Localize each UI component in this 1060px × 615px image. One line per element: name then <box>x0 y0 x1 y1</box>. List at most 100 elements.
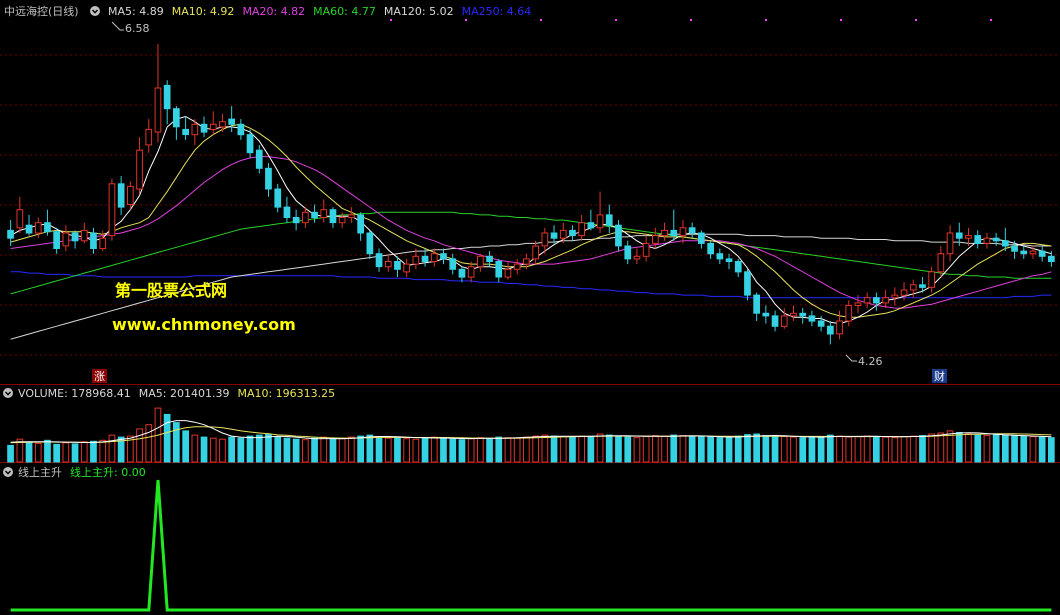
volume-bar <box>200 436 208 463</box>
candle <box>661 222 668 241</box>
volume-bar <box>569 436 576 463</box>
candle <box>605 204 613 234</box>
signal-name: 线上主升 <box>18 465 62 479</box>
candle <box>458 266 466 283</box>
candle <box>928 266 935 293</box>
stock-title: 中远海控(日线) <box>4 4 79 18</box>
chevron-circle-icon[interactable] <box>3 388 13 398</box>
candle-body <box>928 271 935 288</box>
volume-bar <box>1029 436 1037 463</box>
candle <box>449 253 457 275</box>
candle-body <box>661 229 668 237</box>
candle <box>53 227 60 254</box>
candle-body <box>541 232 549 247</box>
volume-bar <box>624 436 632 463</box>
stock-chart[interactable]: 中远海控(日线) MA5: 4.89 MA10: 4.92 MA20: 4.82 MA… <box>0 0 1060 615</box>
volume-bar <box>338 437 346 463</box>
candle-body <box>1048 255 1055 262</box>
volume-bar <box>145 424 153 463</box>
candle-body <box>302 211 309 224</box>
volume-bar <box>974 434 982 463</box>
volume-bar <box>173 422 180 463</box>
candle-body <box>117 183 125 208</box>
marker-dot <box>915 19 917 21</box>
candle-body <box>412 255 420 265</box>
volume-bar <box>504 437 512 463</box>
volume-bar <box>550 435 558 463</box>
badge-zhang[interactable]: 涨 <box>92 369 107 383</box>
candle-body <box>136 149 143 190</box>
candle-body <box>854 302 862 306</box>
candle-body <box>458 268 466 278</box>
candle <box>209 111 217 135</box>
volume-bar <box>311 437 318 463</box>
candle <box>80 222 88 244</box>
volume-bar <box>71 443 79 463</box>
candle <box>698 230 705 249</box>
candle <box>16 196 24 234</box>
volume-bar <box>688 435 696 463</box>
candle-body <box>219 121 226 128</box>
candle <box>108 178 116 241</box>
candle <box>679 220 687 244</box>
candle <box>688 222 696 239</box>
candle-body <box>873 297 880 304</box>
candle-body <box>799 312 807 317</box>
volume-bar <box>642 436 650 463</box>
candle-body <box>513 263 521 270</box>
candle-body <box>652 235 659 244</box>
volume-bar <box>90 440 97 463</box>
volume-bar <box>513 437 521 463</box>
volume-panel[interactable]: VOLUME: 178968.41 MA5: 201401.39 MA10: 196… <box>3 387 1055 463</box>
candle <box>504 261 512 280</box>
candle-body <box>292 217 300 224</box>
candle-body <box>983 237 991 244</box>
volume-bar <box>1048 437 1055 463</box>
volume-bar <box>965 433 972 463</box>
volume-bar <box>458 439 466 463</box>
high-annotation: 6.58 <box>111 21 150 35</box>
chevron-circle-icon[interactable] <box>90 6 100 16</box>
volume-bar <box>449 438 457 463</box>
candle-body <box>1029 250 1037 255</box>
chevron-circle-icon[interactable] <box>3 467 13 477</box>
marker-dot <box>690 19 692 21</box>
candle <box>200 116 208 138</box>
volume-bar <box>357 435 364 463</box>
volume-bar <box>559 436 567 463</box>
volume-bar <box>384 437 392 463</box>
candle-body <box>53 231 60 249</box>
volume-bar <box>467 438 475 463</box>
candle <box>642 235 650 262</box>
signal-panel[interactable]: 线上主升 线上主升: 0.00 <box>3 465 1052 612</box>
volume-legend: VOLUME: 178968.41 MA5: 201401.39 MA10: 196… <box>18 387 335 400</box>
volume-bar <box>523 436 530 463</box>
candle <box>532 240 539 265</box>
candle <box>274 183 282 213</box>
volume-bar <box>62 442 70 463</box>
volume-bar <box>209 437 217 463</box>
candle-body <box>430 253 438 262</box>
candle <box>983 233 991 249</box>
candle-body <box>394 261 401 270</box>
badge-cai[interactable]: 财 <box>932 369 947 383</box>
volume-bar <box>7 444 14 463</box>
candle-body <box>228 118 236 125</box>
candle-body <box>163 84 171 110</box>
candle-body <box>688 227 696 234</box>
candle <box>329 207 337 228</box>
low-label: 4.26 <box>858 355 883 368</box>
volume-bar <box>744 434 751 463</box>
candle <box>62 225 70 252</box>
volume-bar <box>836 435 843 463</box>
marker-dot <box>840 19 842 21</box>
volume-bar <box>808 436 816 463</box>
candle-body <box>762 312 770 317</box>
price-panel[interactable]: 中远海控(日线) MA5: 4.89 MA10: 4.92 MA20: 4.82 MA… <box>0 4 1060 383</box>
volume-bar <box>790 436 797 463</box>
candle-body <box>504 268 512 278</box>
volume-bar <box>983 435 991 463</box>
candle <box>311 204 318 223</box>
volume-bar <box>596 433 604 463</box>
candle <box>403 258 410 278</box>
